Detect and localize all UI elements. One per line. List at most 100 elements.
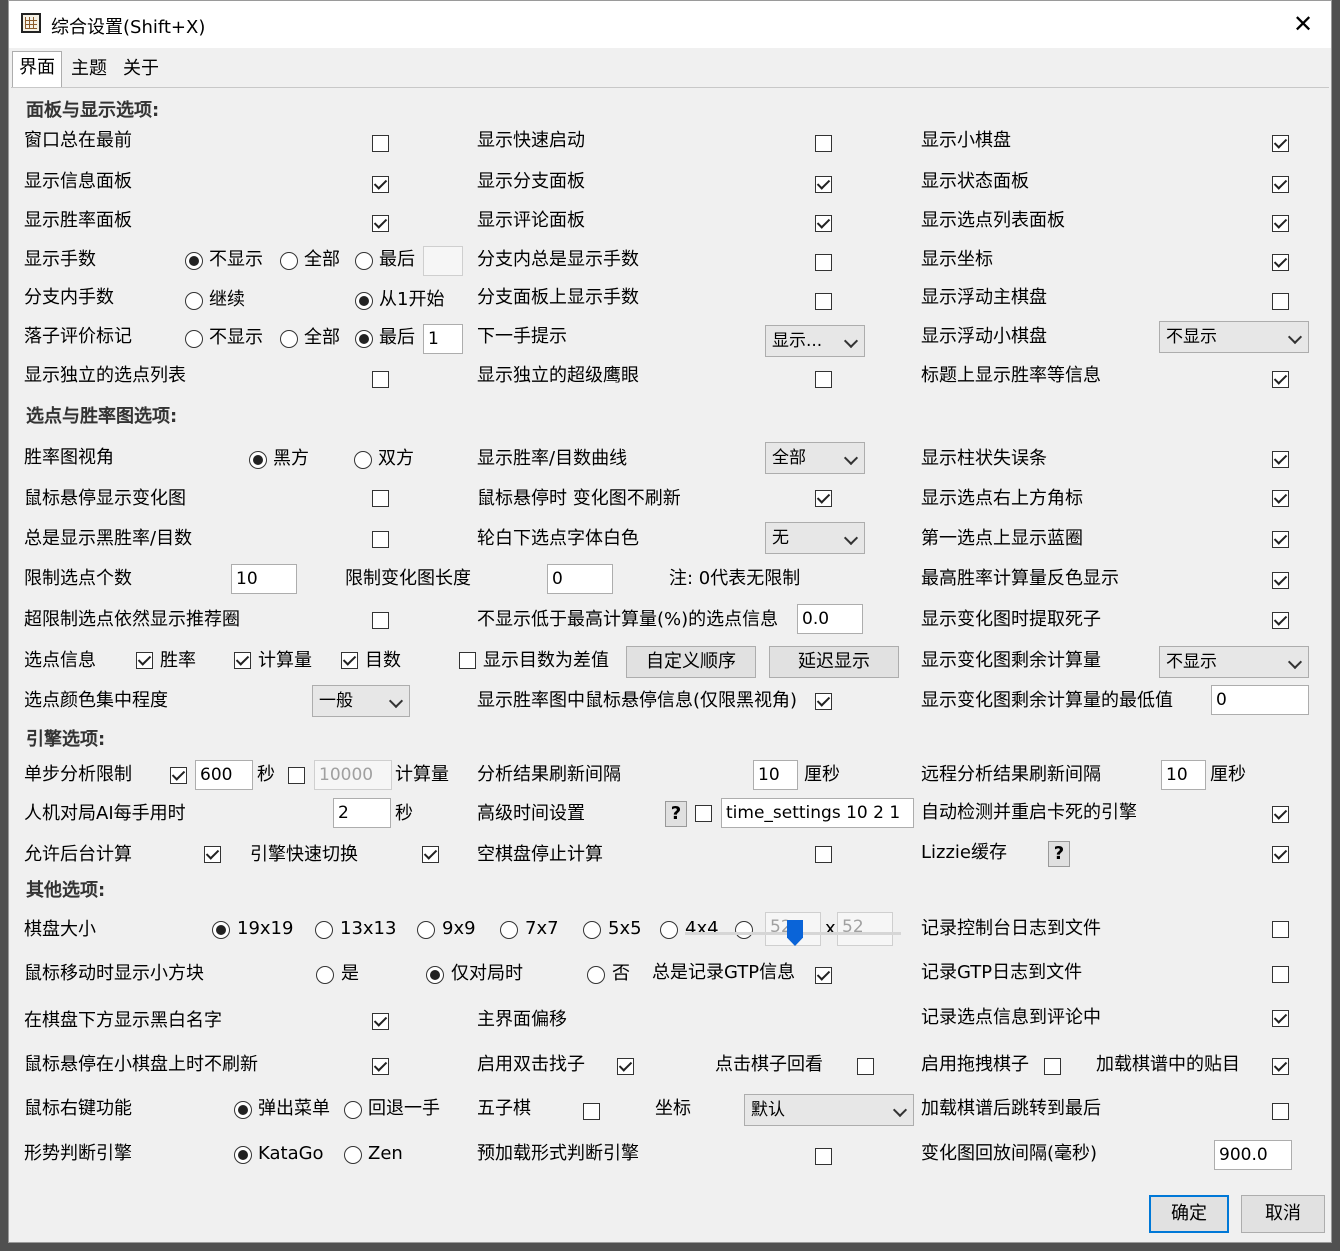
size-19-radio[interactable] [212, 921, 230, 939]
remaining-playouts-select[interactable]: 不显示 [1159, 646, 1309, 678]
candidate-list-panel-checkbox[interactable] [1272, 215, 1289, 232]
hover-change-graph-checkbox[interactable] [372, 490, 389, 507]
tab-interface[interactable]: 界面 [12, 51, 62, 88]
click-review-checkbox[interactable] [857, 1058, 874, 1075]
step-limit-seconds-checkbox[interactable] [170, 767, 187, 784]
next-hint-select[interactable]: 显示... [765, 325, 865, 357]
console-log-checkbox[interactable] [1272, 921, 1289, 938]
empty-stop-checkbox[interactable] [815, 846, 832, 863]
tab-theme[interactable]: 主题 [65, 53, 113, 85]
beyond-limit-ring-checkbox[interactable] [372, 612, 389, 629]
preload-judge-checkbox[interactable] [815, 1148, 832, 1165]
tab-about[interactable]: 关于 [117, 53, 165, 85]
mouse-square-no-radio[interactable] [587, 966, 605, 984]
quick-start-checkbox[interactable] [815, 135, 832, 152]
extract-dead-checkbox[interactable] [1272, 612, 1289, 629]
custom-order-button[interactable]: 自定义顺序 [626, 646, 756, 678]
gomoku-checkbox[interactable] [583, 1103, 600, 1120]
remote-refresh-input[interactable]: 10 [1161, 760, 1206, 790]
ok-button[interactable]: 确定 [1149, 1195, 1229, 1233]
size-9-radio[interactable] [417, 921, 435, 939]
independent-eagle-checkbox[interactable] [815, 371, 832, 388]
step-limit-playouts-checkbox[interactable] [288, 767, 305, 784]
allow-bg-checkbox[interactable] [204, 846, 221, 863]
enable-drag-checkbox[interactable] [1044, 1058, 1061, 1075]
size-custom-radio[interactable] [735, 921, 753, 939]
mouse-square-yes-radio[interactable] [316, 966, 334, 984]
eval-marker-last-radio[interactable] [355, 330, 373, 348]
move-number-none-radio[interactable] [185, 252, 203, 270]
winrate-view-both-radio[interactable] [354, 451, 372, 469]
limit-graph-len-input[interactable]: 0 [547, 564, 613, 594]
size-7-radio[interactable] [500, 921, 518, 939]
winrate-curve-select[interactable]: 全部 [765, 442, 865, 474]
custom-height-input[interactable]: 52 [837, 912, 893, 946]
jump-to-last-checkbox[interactable] [1272, 1103, 1289, 1120]
move-number-all-radio[interactable] [280, 252, 298, 270]
step-playouts-input[interactable]: 10000 [314, 760, 392, 790]
always-black-winrate-checkbox[interactable] [372, 531, 389, 548]
size-13-radio[interactable] [315, 921, 333, 939]
always-on-top-checkbox[interactable] [372, 135, 389, 152]
double-click-find-checkbox[interactable] [617, 1058, 634, 1075]
refresh-interval-input[interactable]: 10 [753, 760, 798, 790]
eval-marker-all-radio[interactable] [280, 330, 298, 348]
move-number-last-input[interactable] [423, 246, 463, 276]
color-concentration-select[interactable]: 一般 [312, 685, 410, 717]
floating-main-checkbox[interactable] [1272, 293, 1289, 310]
step-seconds-input[interactable]: 600 [195, 760, 253, 790]
hover-small-norefresh-checkbox[interactable] [372, 1058, 389, 1075]
remaining-min-input[interactable]: 0 [1211, 685, 1309, 715]
corner-marker-checkbox[interactable] [1272, 490, 1289, 507]
move-number-last-radio[interactable] [355, 252, 373, 270]
comment-panel-checkbox[interactable] [815, 215, 832, 232]
hover-info-black-checkbox[interactable] [815, 693, 832, 710]
small-board-checkbox[interactable] [1272, 135, 1289, 152]
coordinate-select[interactable]: 默认 [744, 1094, 914, 1126]
first-blue-circle-checkbox[interactable] [1272, 531, 1289, 548]
judge-zen-radio[interactable] [344, 1146, 362, 1164]
ai-time-input[interactable]: 2 [333, 798, 391, 828]
eval-marker-none-radio[interactable] [185, 330, 203, 348]
branch-from-1-radio[interactable] [355, 292, 373, 310]
limit-candidates-input[interactable]: 10 [231, 564, 297, 594]
mouse-square-game-radio[interactable] [426, 966, 444, 984]
show-winrate-panel-checkbox[interactable] [372, 215, 389, 232]
branch-continue-radio[interactable] [185, 292, 203, 310]
auto-restart-checkbox[interactable] [1272, 806, 1289, 823]
fast-switch-checkbox[interactable] [422, 846, 439, 863]
min-playouts-pct-input[interactable]: 0.0 [797, 604, 863, 634]
show-winrate-checkbox[interactable] [136, 652, 153, 669]
invert-max-playouts-checkbox[interactable] [1272, 572, 1289, 589]
replay-interval-input[interactable]: 900.0 [1214, 1140, 1292, 1170]
size-5-radio[interactable] [583, 921, 601, 939]
branch-panel-checkbox[interactable] [815, 176, 832, 193]
names-below-checkbox[interactable] [372, 1013, 389, 1030]
show-playouts-checkbox[interactable] [234, 652, 251, 669]
advanced-time-checkbox[interactable] [695, 805, 712, 822]
diff-display-checkbox[interactable] [459, 652, 476, 669]
coords-checkbox[interactable] [1272, 254, 1289, 271]
size-4-radio[interactable] [660, 921, 678, 939]
cancel-button[interactable]: 取消 [1241, 1195, 1325, 1233]
candidate-to-comment-checkbox[interactable] [1272, 1010, 1289, 1027]
show-score-checkbox[interactable] [341, 652, 358, 669]
load-komi-checkbox[interactable] [1272, 1058, 1289, 1075]
branch-panel-number-checkbox[interactable] [815, 293, 832, 310]
floating-small-select[interactable]: 不显示 [1159, 321, 1309, 353]
gtp-log-checkbox[interactable] [1272, 966, 1289, 983]
help-icon[interactable]: ? [1048, 841, 1070, 867]
winrate-view-black-radio[interactable] [249, 451, 267, 469]
delay-show-button[interactable]: 延迟显示 [769, 646, 899, 678]
help-icon[interactable]: ? [665, 801, 687, 827]
right-click-menu-radio[interactable] [234, 1101, 252, 1119]
independent-list-checkbox[interactable] [372, 371, 389, 388]
lizzie-cache-checkbox[interactable] [1272, 846, 1289, 863]
title-winrate-checkbox[interactable] [1272, 371, 1289, 388]
always-gtp-checkbox[interactable] [815, 967, 832, 984]
eval-marker-last-input[interactable]: 1 [423, 324, 463, 354]
show-info-panel-checkbox[interactable] [372, 176, 389, 193]
judge-katago-radio[interactable] [234, 1146, 252, 1164]
bar-loss-checkbox[interactable] [1272, 451, 1289, 468]
branch-always-number-checkbox[interactable] [815, 254, 832, 271]
